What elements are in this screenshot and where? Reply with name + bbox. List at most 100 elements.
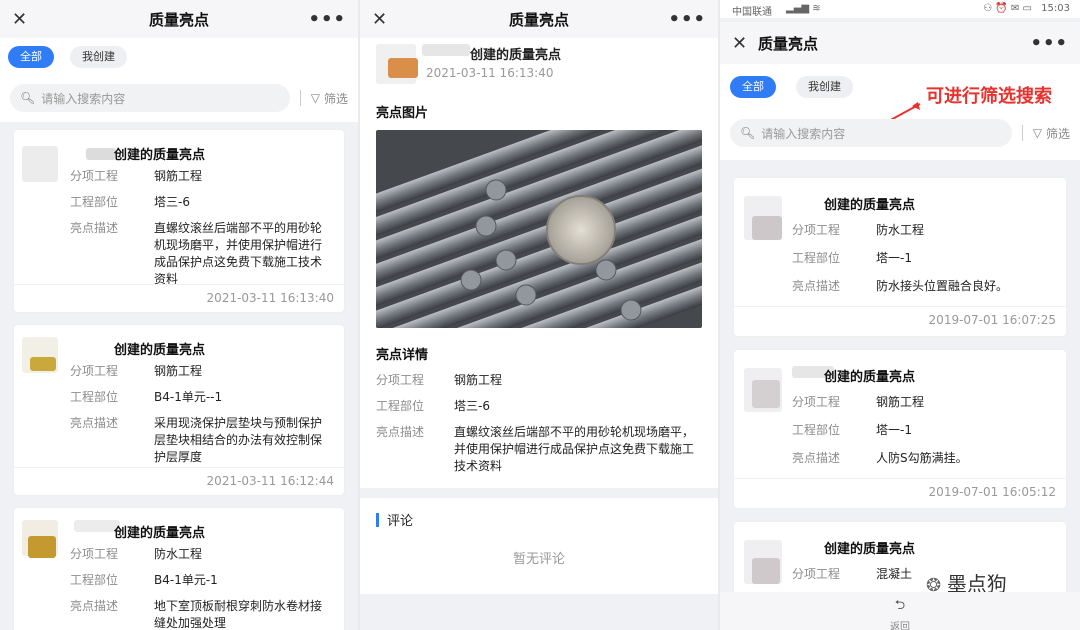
timestamp: 2019-07-01 16:05:12 bbox=[928, 485, 1056, 499]
more-options-icon[interactable]: ••• bbox=[308, 9, 346, 30]
search-placeholder: 请输入搜索内容 bbox=[41, 91, 126, 106]
search-placeholder: 请输入搜索内容 bbox=[761, 126, 846, 141]
card-title: 创建的质量亮点 bbox=[824, 370, 916, 385]
no-comment-text: 暂无评论 bbox=[512, 552, 565, 567]
detail-card: 创建的质量亮点 2021-03-11 16:13:40 亮点图片 亮点详情 分项… bbox=[360, 38, 718, 488]
filter-button[interactable]: ▽ 筛选 bbox=[311, 90, 348, 107]
field-label: 分项工程 bbox=[792, 567, 841, 581]
top-bar: ✕ 质量亮点 ••• bbox=[360, 0, 718, 38]
page-title: 质量亮点 bbox=[758, 34, 819, 53]
back-button[interactable]: ⮌ 返回 bbox=[720, 592, 1080, 630]
signal-icon: ▂▄▆ ≋ bbox=[786, 3, 821, 14]
field-value: 混凝土 bbox=[876, 567, 913, 581]
field-label: 亮点描述 bbox=[376, 425, 425, 439]
list-item[interactable]: 创建的质量亮点 分项工程 防水工程 工程部位 B4-1单元-1 亮点描述 地下室顶板耐… bbox=[14, 508, 344, 630]
close-icon[interactable]: ✕ bbox=[732, 33, 747, 54]
annotation-label: 可进行筛选搜索 bbox=[926, 86, 1052, 107]
field-label: 工程部位 bbox=[792, 423, 841, 437]
field-label: 工程部位 bbox=[70, 390, 119, 404]
field-value: 防水工程 bbox=[154, 547, 203, 561]
search-input[interactable]: 🔍︎ 请输入搜索内容 bbox=[730, 119, 1012, 147]
page-title: 质量亮点 bbox=[148, 10, 209, 29]
avatar-color-block bbox=[28, 536, 56, 558]
top-bar: ✕ 质量亮点 ••• bbox=[0, 0, 358, 38]
filter-button[interactable]: ▽ 筛选 bbox=[1033, 125, 1070, 142]
list-item[interactable]: 创建的质量亮点 分项工程 钢筋工程 工程部位 塔一-1 亮点描述 人防S勾筋满挂。 2… bbox=[734, 350, 1066, 508]
bottom-nav: ⮌ 返回 bbox=[720, 592, 1080, 630]
clock: 15:03 bbox=[1041, 3, 1070, 14]
field-label: 分项工程 bbox=[70, 364, 119, 378]
field-value: 钢筋工程 bbox=[454, 373, 503, 387]
field-label: 工程部位 bbox=[792, 251, 841, 265]
card-title: 创建的质量亮点 bbox=[824, 198, 916, 213]
status-icons: ⚇ ⏰ ✉ ▭ bbox=[983, 3, 1032, 14]
field-value: 钢筋工程 bbox=[876, 395, 925, 409]
field-value: 塔三-6 bbox=[154, 195, 190, 209]
filter-header: 全部 我创建 🔍︎ 请输入搜索内容 ▽ 筛选 bbox=[0, 38, 358, 122]
list-item[interactable]: 创建的质量亮点 分项工程 钢筋工程 工程部位 B4-1单元--1 亮点描述 采用现浇保… bbox=[14, 325, 344, 495]
section-marker bbox=[376, 513, 379, 527]
filter-icon: ▽ bbox=[1032, 126, 1042, 140]
avatar bbox=[22, 146, 58, 182]
detail-screen: ✕ 质量亮点 ••• 创建的质量亮点 2021-03-11 16:13:40 亮… bbox=[360, 0, 718, 630]
field-value: 直螺纹滚丝后端部不平的用砂轮机现场磨平，并使用保护帽进行成品保护点这免费下载施工… bbox=[454, 425, 695, 473]
card-title: 创建的质量亮点 bbox=[114, 526, 206, 541]
tab-all[interactable]: 全部 bbox=[730, 76, 776, 98]
detail-timestamp: 2021-03-11 16:13:40 bbox=[426, 66, 554, 80]
list-item[interactable]: 创建的质量亮点 分项工程 钢筋工程 工程部位 塔三-6 亮点描述 直螺纹滚丝后端部不平… bbox=[14, 130, 344, 312]
list-screen-right: 中国联通 ▂▄▆ ≋ ⚇ ⏰ ✉ ▭ 15:03 ✕ 质量亮点 ••• 全部 我… bbox=[720, 0, 1080, 630]
field-value: 人防S勾筋满挂。 bbox=[876, 451, 968, 465]
field-label: 工程部位 bbox=[70, 195, 119, 209]
search-icon: 🔍︎ bbox=[740, 126, 756, 140]
field-value: 塔三-6 bbox=[454, 399, 490, 413]
avatar-color-block bbox=[752, 216, 782, 240]
avatar-color-block bbox=[388, 58, 418, 78]
detail-heading: 亮点详情 bbox=[376, 348, 429, 363]
more-options-icon[interactable]: ••• bbox=[668, 9, 706, 30]
field-value: B4-1单元--1 bbox=[154, 390, 223, 404]
top-bar: ✕ 质量亮点 ••• bbox=[720, 22, 1080, 64]
card-title: 创建的质量亮点 bbox=[114, 343, 206, 358]
comment-section: 评论 暂无评论 bbox=[360, 498, 718, 594]
field-value: 直螺纹滚丝后端部不平的用砂轮机现场磨平，并使用保护帽进行成品保护点这免费下载施工… bbox=[154, 221, 323, 286]
field-value: 地下室顶板耐根穿刺防水卷材接缝处加强处理 bbox=[154, 599, 323, 630]
timestamp: 2021-03-11 16:13:40 bbox=[206, 291, 334, 305]
field-label: 分项工程 bbox=[792, 223, 841, 237]
field-value: 防水工程 bbox=[876, 223, 925, 237]
filter-header: 全部 我创建 可进行筛选搜索 🔍︎ 请输入搜索内容 ▽ 筛选 bbox=[720, 64, 1080, 160]
comment-heading: 评论 bbox=[387, 514, 414, 529]
field-label: 亮点描述 bbox=[792, 451, 841, 465]
close-icon[interactable]: ✕ bbox=[372, 9, 387, 30]
blurred-name bbox=[422, 44, 470, 56]
rebar-photo[interactable] bbox=[376, 130, 702, 328]
more-options-icon[interactable]: ••• bbox=[1030, 33, 1068, 54]
field-value: B4-1单元-1 bbox=[154, 573, 218, 587]
search-input[interactable]: 🔍︎ 请输入搜索内容 bbox=[10, 84, 290, 112]
blurred-name bbox=[86, 148, 116, 160]
back-icon: ⮌ bbox=[894, 598, 906, 613]
list-screen-left: ✕ 质量亮点 ••• 全部 我创建 🔍︎ 请输入搜索内容 ▽ 筛选 创建的质量亮… bbox=[0, 0, 358, 630]
field-label: 分项工程 bbox=[376, 373, 425, 387]
field-value: 采用现浇保护层垫块与预制保护层垫块相结合的办法有效控制保护层厚度 bbox=[154, 416, 323, 464]
avatar-color-block bbox=[30, 357, 56, 371]
card-title: 创建的质量亮点 bbox=[114, 148, 206, 163]
tab-mine[interactable]: 我创建 bbox=[796, 76, 853, 98]
back-label: 返回 bbox=[890, 622, 910, 630]
detail-title: 创建的质量亮点 bbox=[470, 48, 562, 63]
close-icon[interactable]: ✕ bbox=[12, 9, 27, 30]
field-value: 塔一-1 bbox=[876, 251, 912, 265]
tab-mine[interactable]: 我创建 bbox=[70, 46, 127, 68]
list-item[interactable]: 创建的质量亮点 分项工程 防水工程 工程部位 塔一-1 亮点描述 防水接头位置融合良好… bbox=[734, 178, 1066, 336]
field-label: 分项工程 bbox=[70, 547, 119, 561]
field-label: 亮点描述 bbox=[70, 599, 119, 613]
carrier-label: 中国联通 bbox=[732, 7, 772, 18]
timestamp: 2019-07-01 16:07:25 bbox=[928, 313, 1056, 327]
rebar-photo-image bbox=[376, 130, 702, 328]
field-value: 防水接头位置融合良好。 bbox=[876, 279, 1009, 293]
card-title: 创建的质量亮点 bbox=[824, 542, 916, 557]
field-value: 钢筋工程 bbox=[154, 364, 203, 378]
avatar-color-block bbox=[752, 558, 780, 584]
field-label: 亮点描述 bbox=[70, 221, 119, 235]
tab-all[interactable]: 全部 bbox=[8, 46, 54, 68]
field-label: 工程部位 bbox=[376, 399, 425, 413]
